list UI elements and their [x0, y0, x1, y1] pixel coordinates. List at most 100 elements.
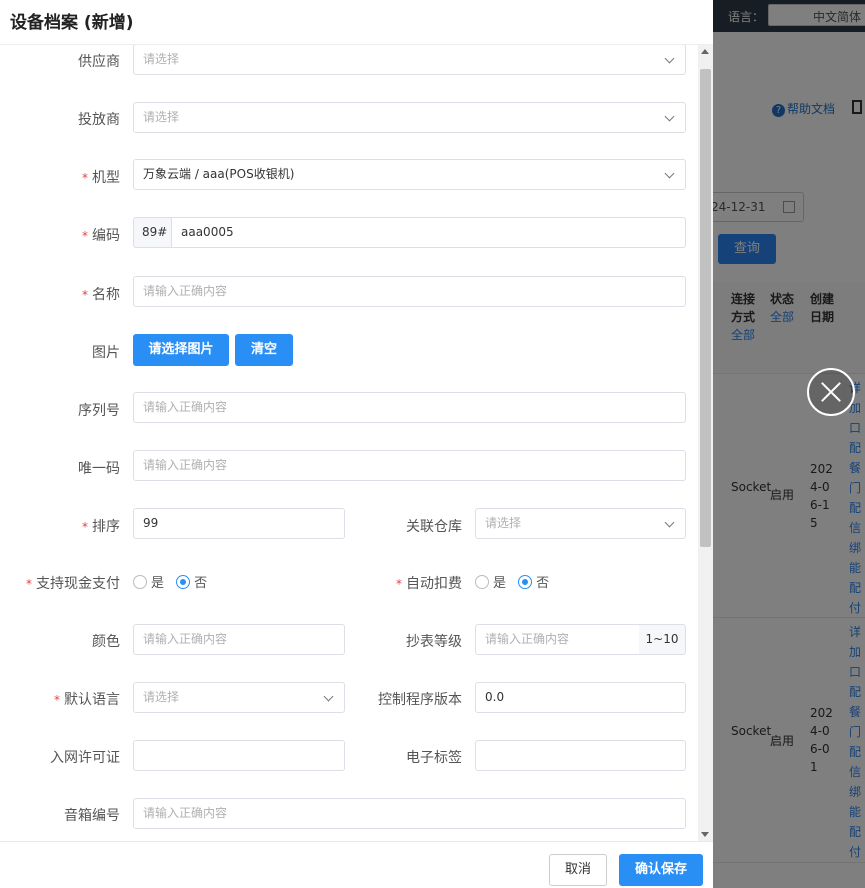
meter-level-input[interactable]: 请输入正确内容: [475, 624, 640, 655]
clear-image-button[interactable]: 清空: [235, 334, 293, 366]
supplier-placeholder: 请选择: [143, 52, 180, 66]
unique-code-placeholder: 请输入正确内容: [143, 458, 228, 472]
sort-label-text: 排序: [92, 519, 120, 535]
supplier-label: 供应商: [20, 51, 120, 71]
cash-payment-label: * 支持现金支付: [10, 573, 120, 593]
distributor-placeholder: 请选择: [143, 110, 180, 124]
cash-payment-no-label[interactable]: 否: [194, 572, 207, 591]
network-license-label-text: 入网许可证: [50, 750, 120, 766]
image-label-text: 图片: [92, 345, 120, 361]
name-label: * 名称: [20, 284, 120, 304]
required-mark: *: [26, 577, 32, 591]
name-placeholder: 请输入正确内容: [143, 284, 228, 298]
warehouse-select[interactable]: 请选择: [475, 508, 686, 539]
speaker-input[interactable]: 请输入正确内容: [133, 798, 686, 829]
device-archive-drawer: 设备档案 (新增) 供应商 请选择 投放商 请选择 * 机型 万象云端 / aaa…: [0, 0, 713, 888]
sort-label: * 排序: [20, 516, 120, 536]
drawer-title: 设备档案 (新增): [10, 13, 134, 33]
supplier-label-text: 供应商: [78, 54, 120, 70]
serial-input[interactable]: 请输入正确内容: [133, 392, 686, 423]
scroll-up-icon[interactable]: [701, 49, 709, 54]
model-label: * 机型: [20, 167, 120, 187]
select-image-button[interactable]: 请选择图片: [133, 334, 229, 366]
cash-payment-label-text: 支持现金支付: [36, 576, 120, 592]
model-select[interactable]: 万象云端 / aaa(POS收银机): [133, 159, 686, 190]
default-lang-select[interactable]: 请选择: [133, 682, 345, 713]
code-input[interactable]: aaa0005: [171, 217, 686, 248]
sort-input[interactable]: 99: [133, 508, 345, 539]
drawer-scrollbar[interactable]: [698, 45, 713, 841]
code-prefix: 89#: [133, 217, 172, 248]
firmware-value: 0.0: [485, 690, 505, 704]
warehouse-placeholder: 请选择: [485, 516, 522, 530]
firmware-input[interactable]: 0.0: [475, 682, 686, 713]
required-mark: *: [82, 171, 88, 185]
model-value: 万象云端 / aaa(POS收银机): [143, 167, 295, 181]
meter-level-placeholder: 请输入正确内容: [485, 632, 570, 646]
chevron-down-icon: [664, 53, 675, 64]
required-mark: *: [82, 229, 88, 243]
e-tag-input[interactable]: [475, 740, 686, 771]
cash-payment-radio-group: 是 否: [133, 572, 215, 592]
cash-payment-no-radio[interactable]: [176, 574, 191, 589]
default-lang-label: * 默认语言: [20, 689, 120, 709]
chevron-down-icon: [664, 517, 675, 528]
color-placeholder: 请输入正确内容: [143, 632, 228, 646]
color-label: 颜色: [20, 631, 120, 651]
confirm-save-button[interactable]: 确认保存: [619, 854, 703, 886]
required-mark: *: [82, 288, 88, 302]
name-label-text: 名称: [92, 287, 120, 303]
auto-deduct-yes-label[interactable]: 是: [493, 572, 506, 591]
code-label: * 编码: [20, 225, 120, 245]
name-input[interactable]: 请输入正确内容: [133, 276, 686, 307]
distributor-label-text: 投放商: [78, 112, 120, 128]
cash-payment-yes-radio[interactable]: [133, 574, 147, 589]
serial-label-text: 序列号: [78, 403, 120, 419]
color-label-text: 颜色: [92, 634, 120, 650]
network-license-label: 入网许可证: [20, 747, 120, 767]
auto-deduct-yes-radio[interactable]: [475, 574, 489, 589]
cancel-button[interactable]: 取消: [549, 854, 607, 886]
meter-level-label-text: 抄表等级: [406, 634, 462, 650]
meter-level-label: 抄表等级: [362, 631, 462, 651]
scroll-thumb[interactable]: [700, 69, 711, 547]
warehouse-label-text: 关联仓库: [406, 519, 462, 535]
serial-label: 序列号: [20, 400, 120, 420]
e-tag-label: 电子标签: [362, 747, 462, 767]
network-license-input[interactable]: [133, 740, 345, 771]
sort-value: 99: [143, 516, 159, 530]
distributor-label: 投放商: [20, 109, 120, 129]
color-input[interactable]: 请输入正确内容: [133, 624, 345, 655]
auto-deduct-no-label[interactable]: 否: [536, 572, 549, 591]
auto-deduct-radio-group: 是 否: [475, 572, 557, 592]
warehouse-label: 关联仓库: [362, 516, 462, 536]
auto-deduct-label: * 自动扣费: [362, 573, 462, 593]
distributor-select[interactable]: 请选择: [133, 102, 686, 133]
model-label-text: 机型: [92, 170, 120, 186]
required-mark: *: [396, 577, 402, 591]
unique-code-label-text: 唯一码: [78, 461, 120, 477]
firmware-label: 控制程序版本: [352, 689, 462, 709]
chevron-down-icon: [664, 168, 675, 179]
speaker-label-text: 音箱编号: [64, 808, 120, 824]
unique-code-label: 唯一码: [20, 458, 120, 478]
close-icon[interactable]: [807, 368, 855, 416]
meter-level-suffix: 1~10: [639, 624, 686, 655]
scroll-down-icon[interactable]: [701, 832, 709, 837]
drawer-body: 供应商 请选择 投放商 请选择 * 机型 万象云端 / aaa(POS收银机) *…: [0, 45, 698, 841]
default-lang-placeholder: 请选择: [143, 690, 180, 704]
cash-payment-yes-label[interactable]: 是: [151, 572, 164, 591]
drawer-header: 设备档案 (新增): [0, 0, 713, 45]
code-label-text: 编码: [92, 228, 120, 244]
speaker-placeholder: 请输入正确内容: [143, 806, 228, 820]
required-mark: *: [82, 520, 88, 534]
auto-deduct-no-radio[interactable]: [518, 574, 533, 589]
supplier-select[interactable]: 请选择: [133, 45, 686, 75]
chevron-down-icon: [323, 691, 334, 702]
e-tag-label-text: 电子标签: [406, 750, 462, 766]
image-label: 图片: [20, 342, 120, 362]
chevron-down-icon: [664, 111, 675, 122]
unique-code-input[interactable]: 请输入正确内容: [133, 450, 686, 481]
default-lang-label-text: 默认语言: [64, 692, 120, 708]
serial-placeholder: 请输入正确内容: [143, 400, 228, 414]
